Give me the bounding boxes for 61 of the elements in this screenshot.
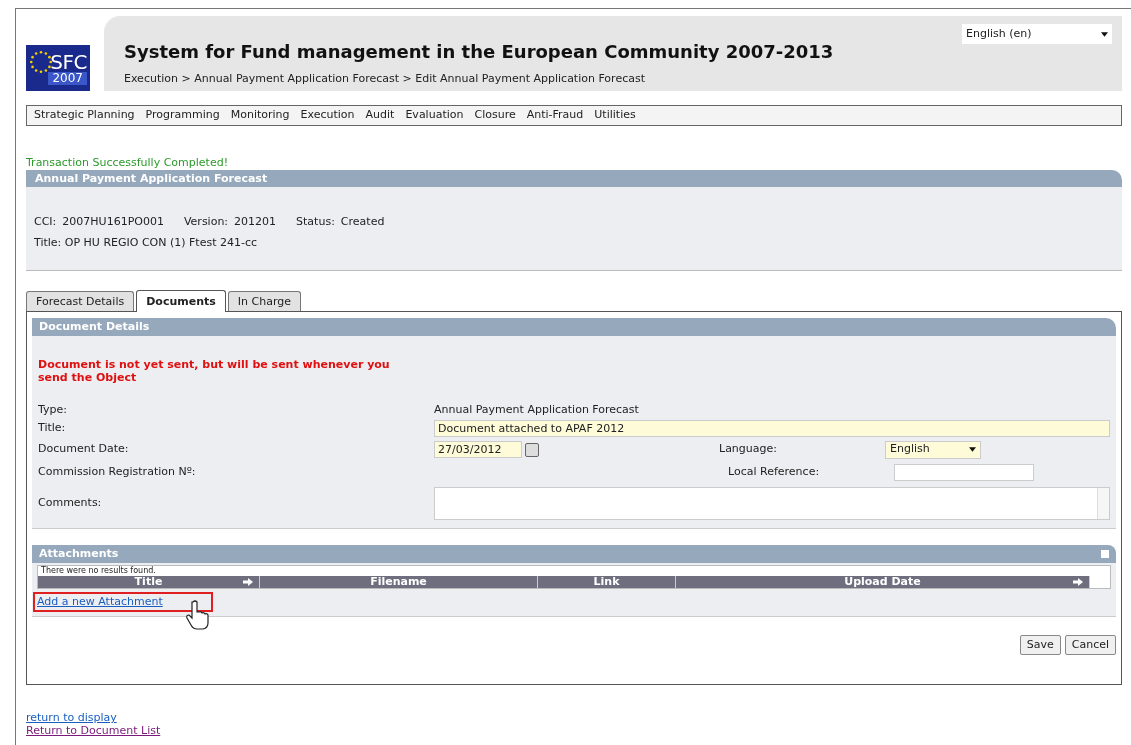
section-header: Annual Payment Application Forecast: [26, 170, 1122, 187]
field-label: Local Reference:: [728, 463, 821, 480]
field-label: Comments:: [38, 494, 103, 511]
menu-item[interactable]: Closure: [474, 107, 516, 124]
summary-title: Title: OP HU REGIO CON (1) Ftest 241-cc: [34, 234, 259, 251]
date-field[interactable]: 27/03/2012: [434, 441, 522, 458]
arrow-icon[interactable]: [243, 578, 253, 586]
column-title: Filename: [370, 576, 427, 588]
field-label: CCI:: [34, 214, 57, 230]
field-label: Type:: [38, 402, 68, 419]
select-value: English (en): [966, 25, 1032, 42]
menu-item[interactable]: Anti-Fraud: [526, 107, 584, 124]
menu-item[interactable]: Evaluation: [405, 107, 464, 124]
warning-message: Document is not yet sent, but will be sent whenever you send the Object: [38, 358, 391, 384]
menu-item[interactable]: Execution: [300, 107, 355, 124]
caret-icon[interactable]: [1101, 31, 1108, 37]
field-label: Language:: [719, 441, 778, 458]
success-message: Transaction Successfully Completed!: [26, 156, 230, 170]
field-value: 2007HU161PO001: [62, 214, 164, 230]
select-value: English: [890, 441, 930, 458]
caret-icon[interactable]: [969, 447, 976, 452]
menu-item[interactable]: Programming: [145, 107, 220, 124]
local-reference-field[interactable]: [894, 463, 1034, 481]
logo-text: SFC: [50, 51, 87, 72]
column-title: Link: [593, 576, 620, 588]
comments-field[interactable]: [434, 486, 1110, 520]
nav-link[interactable]: Return to Document List: [26, 724, 161, 737]
title-field[interactable]: Document attached to APAF 2012: [434, 419, 1110, 437]
field-label: Version:: [183, 214, 229, 230]
scrollbar[interactable]: [1097, 487, 1109, 519]
form-button[interactable]: Cancel: [1064, 635, 1116, 655]
calendar-icon[interactable]: [525, 442, 539, 457]
site-title: System for Fund management in the European Community 2007-2013: [124, 40, 834, 64]
menu-item[interactable]: Audit: [365, 107, 395, 124]
form-button[interactable]: Save: [1019, 635, 1061, 655]
field-label: Document Date:: [38, 441, 130, 458]
arrow-icon[interactable]: [1073, 578, 1083, 586]
field-label: Status:: [296, 214, 335, 230]
section-title: Attachments: [39, 545, 119, 562]
column-title: Title: [134, 576, 163, 588]
tab[interactable]: Documents: [136, 290, 226, 312]
section-header: Document Details: [32, 318, 1116, 336]
logo-year: 2007: [48, 71, 87, 85]
field-value: Annual Payment Application Forecast: [434, 402, 639, 419]
nav-link[interactable]: return to display: [26, 711, 117, 724]
field-value: 201201: [234, 214, 277, 230]
tab[interactable]: In Charge: [227, 291, 301, 311]
add-attachment-link[interactable]: Add a new Attachment: [35, 593, 165, 611]
language-select[interactable]: English (en): [962, 24, 1112, 44]
breadcrumb: Execution > Annual Payment Application Forecast > Edit Annual Payment Application Forecast: [124, 71, 646, 87]
hand-pointer-icon: [185, 600, 209, 630]
menu-item[interactable]: Monitoring: [230, 107, 290, 124]
menu-item[interactable]: Utilities: [594, 107, 636, 124]
column-title: Upload Date: [844, 576, 921, 588]
field-label: Title:: [38, 419, 67, 436]
tab[interactable]: Forecast Details: [26, 291, 135, 311]
menu-item[interactable]: Strategic Planning: [34, 107, 135, 124]
field-value: Created: [340, 214, 385, 230]
empty-message: There were no results found.: [40, 566, 157, 576]
language-select[interactable]: English: [885, 440, 981, 459]
field-label: Commission Registration Nº:: [38, 463, 197, 480]
